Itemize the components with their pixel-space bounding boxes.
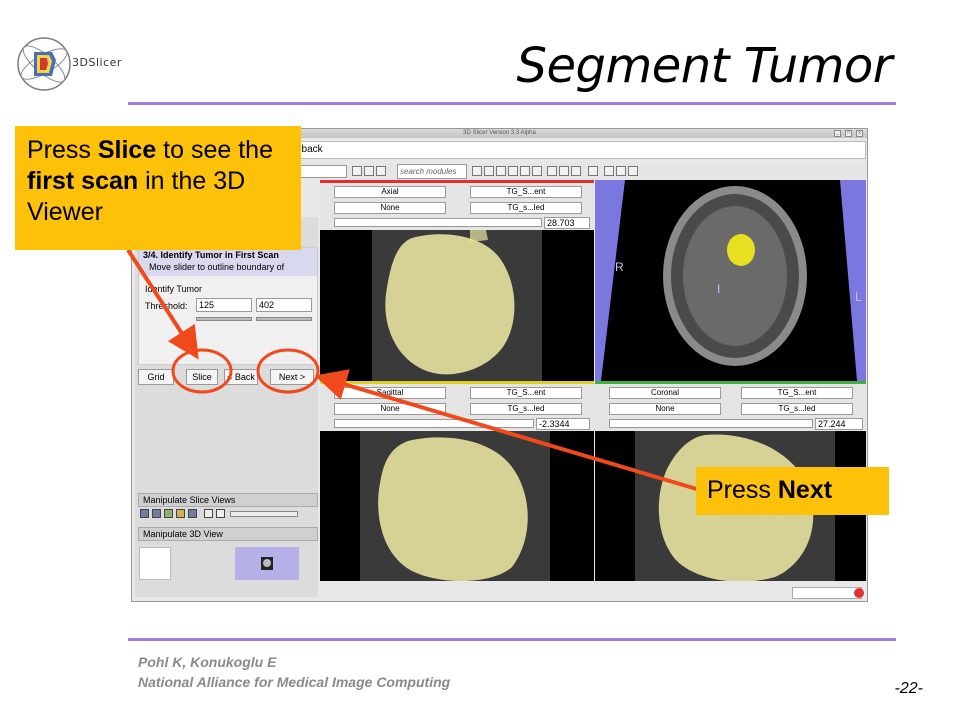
sagittal-labelmap-select[interactable]: TG_s...led [470, 403, 582, 415]
callout-bold-slice: Slice [97, 136, 157, 164]
slice-tool-icon[interactable] [188, 509, 197, 518]
page-number: -22- [894, 680, 923, 697]
sagittal-offset-slider[interactable] [334, 419, 534, 428]
threshold-low-slider[interactable] [196, 317, 252, 321]
coronal-offset-value[interactable]: 27.244 [815, 418, 863, 430]
axial-orientation-select[interactable]: Axial [334, 186, 446, 198]
callout-bold-next: Next [777, 476, 833, 504]
logo-text: 3DSlicer [72, 56, 122, 69]
back-module-icon[interactable] [352, 166, 362, 176]
place-mode-icon[interactable] [628, 166, 638, 176]
footer-author: Pohl K, Konukoglu E [138, 654, 277, 670]
editor-icon[interactable] [532, 166, 542, 176]
callout-text: Press [707, 476, 778, 504]
threshold-low-input[interactable]: 125 [196, 298, 252, 312]
mouse-mode-icon[interactable] [604, 166, 614, 176]
axial-labelmap-select[interactable]: TG_s...led [470, 202, 582, 214]
slice-tool-icon[interactable] [164, 509, 173, 518]
slice-callout: Press Slice to see the first scan in the… [15, 126, 301, 250]
layout-icon[interactable] [547, 166, 557, 176]
status-field [792, 587, 862, 599]
home-icon[interactable] [472, 166, 482, 176]
footer-organization: National Alliance for Medical Image Comp… [138, 674, 451, 690]
coronal-controls: Coronal TG_S...ent None TG_s...led 27.24… [595, 384, 866, 430]
threshold-high-slider[interactable] [256, 317, 312, 321]
threshold-label: Threshold: [145, 301, 188, 311]
coronal-foreground-select[interactable]: TG_S...ent [741, 387, 853, 399]
slice-tools-slider[interactable] [230, 511, 298, 517]
forward-module-icon[interactable] [364, 166, 374, 176]
axial-foreground-select[interactable]: TG_S...ent [470, 186, 582, 198]
sagittal-foreground-select[interactable]: TG_S...ent [470, 387, 582, 399]
3d-view-thumbnail[interactable] [235, 547, 299, 580]
axial-slice-view[interactable] [320, 230, 594, 382]
close-icon[interactable]: x [856, 130, 863, 137]
next-button[interactable]: Next > [270, 369, 314, 385]
models-icon[interactable] [508, 166, 518, 176]
volumes-icon[interactable] [496, 166, 506, 176]
axial-offset-slider[interactable] [334, 218, 542, 227]
axes-widget[interactable] [139, 547, 171, 580]
axial-label-select[interactable]: None [334, 202, 446, 214]
slice-tool-icon[interactable] [152, 509, 161, 518]
axial-controls: Axial TG_S...ent None TG_s...led 28.703 [320, 183, 594, 229]
module-toolbar: search modules [292, 163, 866, 180]
search-modules-input[interactable]: search modules [397, 164, 467, 179]
manipulate-3d-view-header[interactable]: Manipulate 3D View [138, 527, 318, 541]
layout-alt-icon[interactable] [559, 166, 569, 176]
coronal-offset-slider[interactable] [609, 419, 813, 428]
data-icon[interactable] [484, 166, 494, 176]
callout-text: to see the [156, 136, 273, 164]
3d-inferior-label: I [717, 282, 721, 296]
step-title: 3/4. Identify Tumor in First Scan [143, 250, 279, 260]
slide-title: Segment Tumor [516, 38, 892, 94]
minimize-icon[interactable]: _ [834, 130, 841, 137]
identify-tumor-label: Identify Tumor [145, 284, 203, 294]
slice-tool-icon[interactable] [176, 509, 185, 518]
threshold-high-input[interactable]: 402 [256, 298, 312, 312]
back-button[interactable]: < Back [224, 369, 258, 385]
fiducials-icon[interactable] [520, 166, 530, 176]
menubar[interactable]: dback [292, 141, 866, 159]
next-callout: Press Next [696, 467, 889, 515]
module-panel: 3/4. Identify Tumor in First Scan Move s… [135, 217, 318, 597]
pick-mode-icon[interactable] [616, 166, 626, 176]
sagittal-slice-view[interactable] [320, 431, 594, 581]
axial-offset-value[interactable]: 28.703 [544, 217, 590, 229]
3d-view[interactable]: R L I [595, 180, 866, 381]
step-description: Move slider to outline boundary of [149, 262, 285, 272]
slice-button[interactable]: Slice [186, 369, 218, 385]
callout-text: Press [27, 136, 98, 164]
sagittal-label-select[interactable]: None [334, 403, 446, 415]
slice-tool-icon[interactable] [204, 509, 213, 518]
coronal-label-select[interactable]: None [609, 403, 721, 415]
callout-bold-first-scan: first scan [27, 167, 139, 195]
stop-icon[interactable] [854, 588, 864, 598]
sagittal-offset-value[interactable]: -2.3344 [536, 418, 590, 430]
maximize-icon[interactable]: □ [845, 130, 852, 137]
sagittal-orientation-select[interactable]: Sagittal [334, 387, 446, 399]
bottom-rule [128, 638, 896, 641]
slice-tool-icon[interactable] [140, 509, 149, 518]
coronal-orientation-select[interactable]: Coronal [609, 387, 721, 399]
history-icon[interactable] [376, 166, 386, 176]
sagittal-controls: Sagittal TG_S...ent None TG_s...led -2.3… [320, 384, 594, 430]
slice-tools-row [138, 509, 298, 521]
slice-tool-icon[interactable] [216, 509, 225, 518]
top-rule [128, 102, 896, 105]
grid-button[interactable]: Grid [138, 369, 174, 385]
wizard-step-header: 3/4. Identify Tumor in First Scan Move s… [139, 248, 317, 276]
3d-left-label: L [855, 290, 862, 304]
coronal-labelmap-select[interactable]: TG_s...led [741, 403, 853, 415]
wizard-nav-row: Grid Slice < Back Next > [138, 369, 318, 387]
3d-right-label: R [615, 260, 624, 274]
screenshot-icon[interactable] [588, 166, 598, 176]
wizard-step-box: 3/4. Identify Tumor in First Scan Move s… [138, 247, 318, 365]
window-title: 3D Slicer Version 3.3 Alpha [463, 130, 536, 136]
layout-grid-icon[interactable] [571, 166, 581, 176]
manipulate-slice-views-header[interactable]: Manipulate Slice Views [138, 493, 318, 507]
